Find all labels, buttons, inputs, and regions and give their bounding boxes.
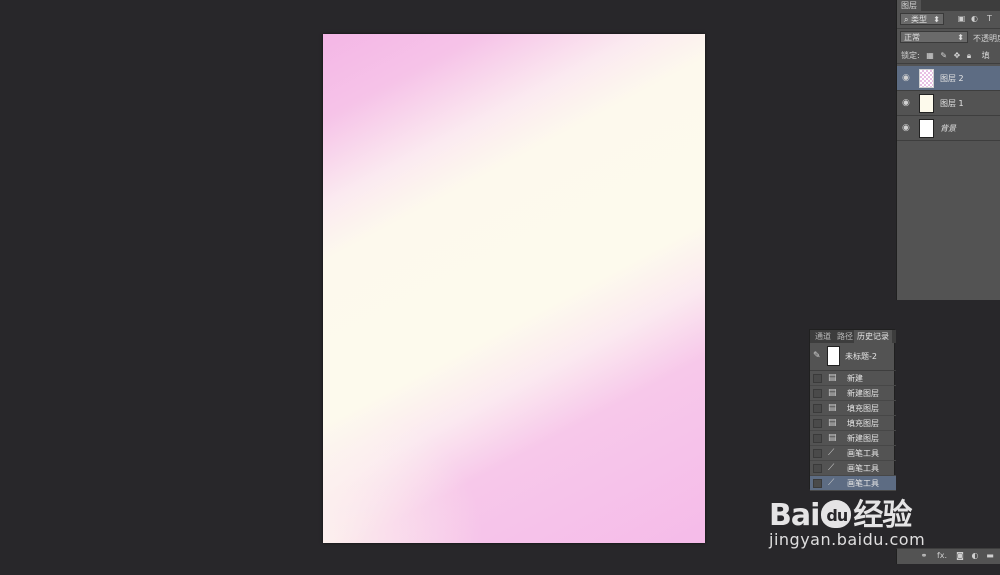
history-item[interactable]: ▤ 新建图层 — [810, 431, 896, 446]
tab-layers[interactable]: 图层 — [897, 0, 921, 11]
layer-row-layer2[interactable]: ◉ 图层 2 — [897, 66, 1000, 91]
eye-icon[interactable]: ◉ — [902, 124, 912, 133]
history-item-label: 新建图层 — [847, 434, 879, 443]
updown-icon: ⬍ — [957, 33, 964, 42]
history-state-checkbox[interactable] — [813, 479, 822, 488]
snapshot-row[interactable]: ✎ 未标题-2 — [810, 344, 896, 371]
history-brush-source-icon[interactable]: ✎ — [813, 351, 821, 361]
tab-history[interactable]: 历史记录 — [854, 330, 892, 343]
history-item-label: 填充图层 — [847, 419, 879, 428]
snapshot-label: 未标题-2 — [845, 352, 877, 361]
history-state-checkbox[interactable] — [813, 374, 822, 383]
updown-icon: ⬍ — [933, 15, 940, 24]
eye-icon[interactable]: ◉ — [902, 74, 912, 83]
watermark-logo-right: 经验 — [853, 498, 912, 533]
layer-thumbnail — [919, 119, 934, 138]
tab-paths[interactable]: 路径 — [834, 330, 856, 343]
history-item[interactable]: ⟋ 画笔工具 — [810, 446, 896, 461]
eye-icon[interactable]: ◉ — [902, 99, 912, 108]
history-panel: 通道 路径 历史记录 ✎ 未标题-2 ▤ 新建 ▤ 新建图层 ▤ 填充图层 ▤ … — [809, 329, 896, 491]
fill-label: 填 — [981, 51, 990, 60]
document-icon: ▤ — [828, 388, 837, 398]
history-item[interactable]: ▤ 填充图层 — [810, 416, 896, 431]
blend-mode-value: 正常 — [904, 33, 920, 42]
lock-position-icon[interactable]: ✥ — [954, 51, 961, 60]
watermark-url: jingyan.baidu.com — [769, 530, 926, 549]
history-item-label: 填充图层 — [847, 404, 879, 413]
history-item[interactable]: ⟋ 画笔工具 — [810, 461, 896, 476]
history-item-label: 画笔工具 — [847, 464, 879, 473]
document-canvas[interactable] — [323, 34, 705, 543]
layer-filter-select[interactable]: ⌕ 类型 ⬍ — [900, 13, 944, 25]
history-state-checkbox[interactable] — [813, 449, 822, 458]
lock-label: 锁定: — [901, 51, 920, 60]
history-state-checkbox[interactable] — [813, 464, 822, 473]
document-icon: ▤ — [828, 373, 837, 383]
document-icon: ▤ — [828, 433, 837, 443]
snapshot-thumbnail — [827, 346, 840, 366]
layer-name: 图层 2 — [940, 74, 964, 83]
paw-icon: du — [821, 500, 852, 528]
baidu-jingyan-watermark: Bai du 经验 jingyan.baidu.com — [765, 488, 965, 558]
history-item[interactable]: ▤ 新建 — [810, 371, 896, 386]
history-item[interactable]: ▤ 新建图层 — [810, 386, 896, 401]
image-filter-icon[interactable]: ▣ — [957, 14, 966, 23]
folder-icon[interactable]: ▬ — [985, 551, 995, 561]
history-state-checkbox[interactable] — [813, 404, 822, 413]
history-state-checkbox[interactable] — [813, 419, 822, 428]
opacity-label: 不透明度 — [973, 34, 1000, 43]
lock-paint-icon[interactable]: ✎ — [940, 51, 947, 60]
history-item-label: 新建图层 — [847, 389, 879, 398]
layer-name: 背景 — [940, 124, 956, 133]
watermark-logo: Bai du 经验 — [769, 490, 912, 534]
history-item-label: 新建 — [847, 374, 863, 383]
document-icon: ▤ — [828, 403, 837, 413]
type-filter-icon[interactable]: T — [985, 14, 994, 23]
history-item[interactable]: ▤ 填充图层 — [810, 401, 896, 416]
layer-thumbnail — [919, 94, 934, 113]
watermark-logo-paw: du — [826, 506, 848, 525]
layer-filter-label: 类型 — [911, 15, 928, 24]
tab-channels[interactable]: 通道 — [812, 330, 834, 343]
adjustment-filter-icon[interactable]: ◐ — [970, 14, 979, 23]
lock-pixels-icon[interactable]: ▦ — [926, 51, 934, 60]
watermark-logo-left: Bai — [769, 498, 820, 533]
layer-name: 图层 1 — [940, 99, 964, 108]
layer-thumbnail — [919, 69, 934, 88]
brush-icon: ⟋ — [828, 463, 835, 473]
layer-row-layer1[interactable]: ◉ 图层 1 — [897, 91, 1000, 116]
layer-row-background[interactable]: ◉ 背景 — [897, 116, 1000, 141]
adjustment-icon[interactable]: ◐ — [970, 551, 980, 561]
lock-row: 锁定: ▦ ✎ ✥ 🔒︎ 填 — [901, 50, 994, 61]
search-icon: ⌕ — [904, 15, 912, 24]
brush-icon: ⟋ — [828, 448, 835, 458]
history-state-checkbox[interactable] — [813, 434, 822, 443]
layers-tabbar: 图层 — [897, 0, 1000, 11]
blend-mode-select[interactable]: 正常 ⬍ — [900, 31, 968, 43]
lock-all-icon[interactable]: 🔒︎ — [967, 51, 971, 60]
layers-panel: 图层 ⌕ 类型 ⬍ ▣ ◐ T 正常 ⬍ 不透明度 锁定: ▦ ✎ ✥ 🔒︎ 填… — [896, 0, 1000, 300]
history-tabbar: 通道 路径 历史记录 — [810, 330, 896, 343]
document-icon: ▤ — [828, 418, 837, 428]
history-item-label: 画笔工具 — [847, 449, 879, 458]
history-state-checkbox[interactable] — [813, 389, 822, 398]
